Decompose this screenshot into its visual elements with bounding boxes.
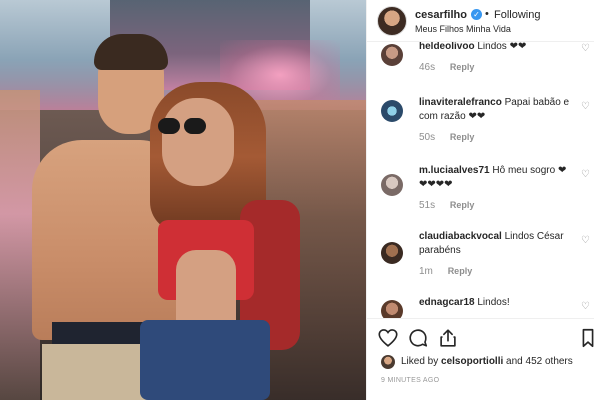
comment-text: linaviteralefranco Papai babão e com raz… <box>419 96 571 124</box>
heart-outline-icon[interactable]: ♡ <box>581 44 591 54</box>
comment-avatar[interactable] <box>381 100 403 122</box>
post-location[interactable]: Meus Filhos Minha Vida <box>415 24 511 34</box>
likes-count[interactable]: and 452 others <box>506 356 573 367</box>
comment-age: 50s <box>419 132 436 143</box>
comment-age: 1m <box>419 266 433 277</box>
author-avatar[interactable] <box>377 6 407 36</box>
following-button[interactable]: Following <box>494 9 540 21</box>
comment-avatar[interactable] <box>381 174 403 196</box>
comment-text: m.luciaalves71 Hô meu sogro ❤ ❤❤❤❤ <box>419 164 571 192</box>
separator-dot: • <box>485 8 489 20</box>
comment-avatar[interactable] <box>381 242 403 264</box>
reply-button[interactable]: Reply <box>450 132 475 142</box>
liker-username[interactable]: celsoportiolli <box>441 356 503 367</box>
comment-body: Lindos ❤❤ <box>477 42 527 52</box>
post-actions: Liked by celsoportiolli and 452 others 9… <box>367 318 594 400</box>
heart-outline-icon[interactable]: ♡ <box>581 170 591 180</box>
heart-outline-icon[interactable]: ♡ <box>581 236 591 246</box>
post-timestamp: 9 MINUTES AGO <box>381 377 440 384</box>
comment-text: heldeolivoo Lindos ❤❤ <box>419 42 571 54</box>
comment-avatar[interactable] <box>381 300 403 318</box>
heart-outline-icon[interactable]: ♡ <box>581 302 591 312</box>
comment-text: ednagcar18 Lindos! <box>419 296 571 310</box>
comment-meta: 1m Reply <box>419 266 472 277</box>
comments-list[interactable]: heldeolivoo Lindos ❤❤ 46s Reply ♡ linavi… <box>367 42 594 318</box>
liker-avatar[interactable] <box>381 355 395 369</box>
reply-button[interactable]: Reply <box>448 266 473 276</box>
reply-button[interactable]: Reply <box>450 200 475 210</box>
bookmark-icon[interactable] <box>581 327 594 349</box>
comment-meta: 50s Reply <box>419 132 474 143</box>
comment-username[interactable]: heldeolivoo <box>419 42 475 52</box>
comment-age: 46s <box>419 62 436 73</box>
comment-username[interactable]: m.luciaalves71 <box>419 165 490 176</box>
author-username[interactable]: cesarfilho <box>415 9 467 21</box>
photo-sunglasses <box>158 118 210 136</box>
liked-by-prefix: Liked by <box>401 356 439 367</box>
comment-bubble-icon[interactable] <box>407 327 429 349</box>
comment-age: 51s <box>419 200 436 211</box>
comment-body: Lindos! <box>477 297 510 308</box>
comment-username[interactable]: linaviteralefranco <box>419 97 502 108</box>
comment-meta: 51s Reply <box>419 200 474 211</box>
photo-woman-head <box>162 98 234 186</box>
post-header: cesarfilho ✓ • Following Meus Filhos Min… <box>367 0 594 42</box>
comment-text: claudiabackvocal Lindos César parabéns <box>419 230 571 258</box>
post-side-panel: cesarfilho ✓ • Following Meus Filhos Min… <box>366 0 594 400</box>
heart-outline-icon[interactable]: ♡ <box>581 102 591 112</box>
comment-username[interactable]: ednagcar18 <box>419 297 475 308</box>
verified-badge-icon: ✓ <box>471 9 482 20</box>
comment-username[interactable]: claudiabackvocal <box>419 231 502 242</box>
comment-meta: 46s Reply <box>419 62 474 73</box>
post-photo[interactable] <box>0 0 366 400</box>
heart-icon[interactable] <box>377 327 399 349</box>
photo-man-hair <box>94 34 168 70</box>
photo-jeans <box>140 320 270 400</box>
comment-avatar[interactable] <box>381 44 403 66</box>
share-icon[interactable] <box>437 327 459 349</box>
reply-button[interactable]: Reply <box>450 62 475 72</box>
liked-by-text[interactable]: Liked by celsoportiolli and 452 others <box>401 356 573 367</box>
